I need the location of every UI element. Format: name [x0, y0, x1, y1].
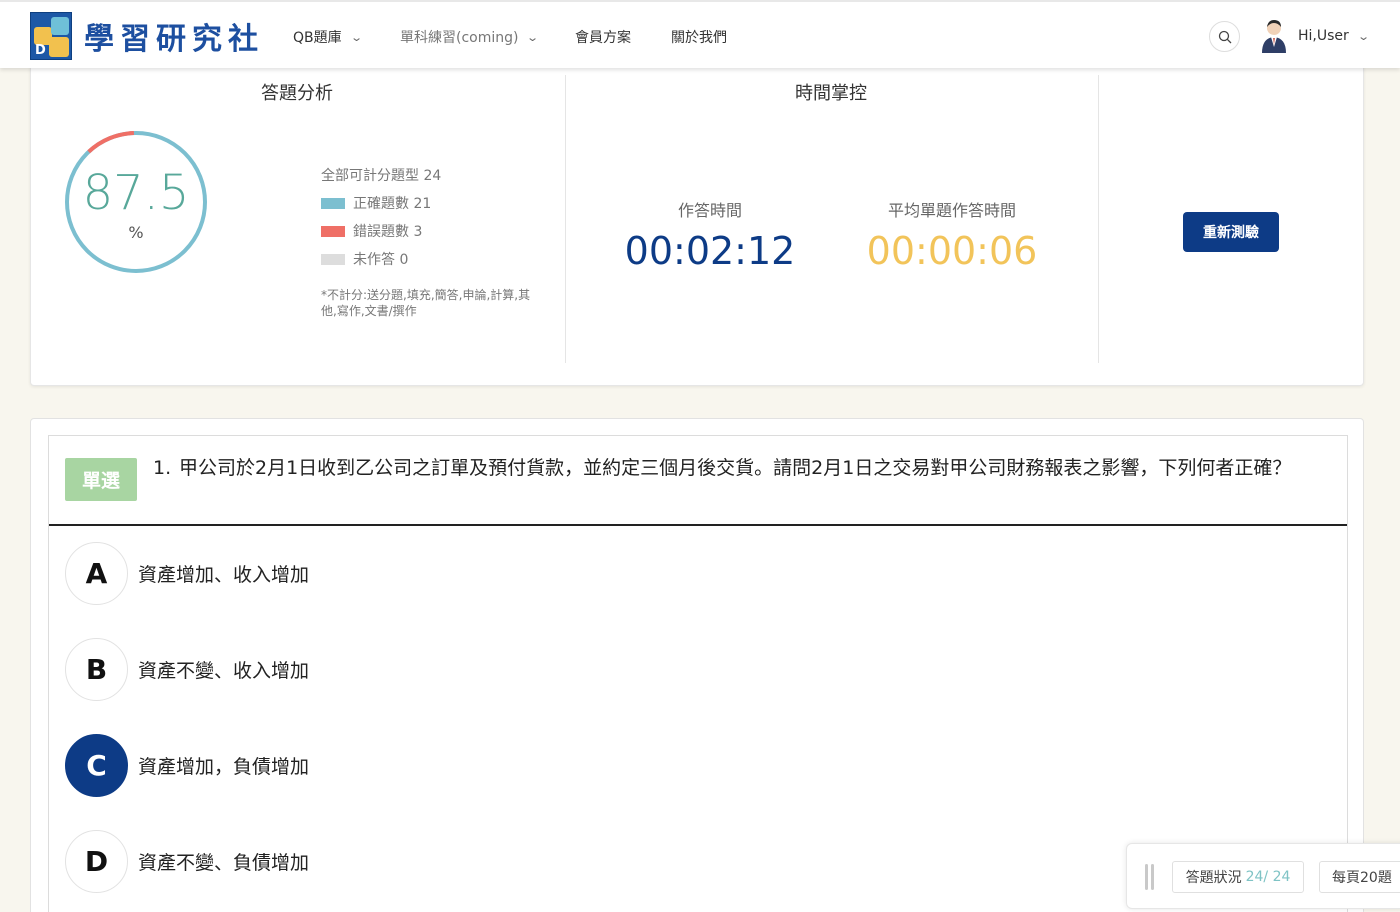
- answer-status-panel: 答題狀況 24/ 24 每頁20題: [1126, 843, 1400, 909]
- legend-correct: 正確題數 21: [321, 193, 431, 213]
- site-logo[interactable]: D 學習研究社: [30, 12, 264, 60]
- legend-unanswered: 未作答 0: [321, 249, 408, 269]
- drag-handle-icon[interactable]: [1145, 864, 1155, 890]
- answer-time-label: 作答時間: [677, 201, 742, 220]
- chevron-down-icon: ⌄: [1356, 29, 1370, 43]
- chevron-down-icon: ⌄: [526, 30, 540, 44]
- legend-unanswered-label: 未作答 0: [353, 252, 409, 268]
- legend-wrong: 錯誤題數 3: [321, 221, 422, 241]
- question-divider: [49, 524, 1347, 526]
- nav-membership[interactable]: 會員方案: [575, 27, 631, 47]
- chevron-down-icon: ⌄: [349, 30, 363, 44]
- score-value: 87.5: [82, 165, 190, 221]
- per-page-select[interactable]: 每頁20題: [1319, 861, 1400, 893]
- logo-text: 學習研究社: [84, 22, 264, 57]
- legend-swatch: [321, 197, 345, 209]
- question-type-badge: 單選: [65, 458, 137, 501]
- nav-single-subject[interactable]: 單科練習(coming) ⌄: [400, 27, 540, 47]
- avg-time-value: 00:00:06: [866, 229, 1038, 273]
- option-a[interactable]: A 資產增加、收入增加: [65, 542, 309, 605]
- option-d-text: 資產不變、負債增加: [138, 852, 310, 874]
- result-summary-card: 答題分析 87.5 % 全部可計分題型 24 正確題數 21 錯誤題數 3 未作…: [30, 60, 1364, 386]
- gauge-wrong-arc: [87, 131, 135, 154]
- avg-time-label: 平均單題作答時間: [887, 201, 1016, 220]
- column-divider: [1098, 75, 1099, 363]
- legend-swatch: [321, 225, 345, 237]
- answer-status-count: 24/ 24: [1245, 869, 1291, 885]
- answer-status-button[interactable]: 答題狀況 24/ 24: [1172, 861, 1304, 893]
- option-b-letter[interactable]: B: [65, 638, 128, 701]
- option-a-letter[interactable]: A: [65, 542, 128, 605]
- user-menu[interactable]: Hi,User ⌄: [1260, 19, 1370, 53]
- option-d-letter[interactable]: D: [65, 830, 128, 893]
- question-stem: 1. 甲公司於2月1日收到乙公司之訂單及預付貨款，並約定三個月後交貨。請問2月1…: [153, 454, 1323, 482]
- user-greeting: Hi,User: [1298, 28, 1349, 44]
- question-number: 1.: [153, 457, 172, 479]
- legend-wrong-label: 錯誤題數 3: [353, 224, 423, 240]
- user-avatar-icon: [1262, 20, 1286, 53]
- option-c[interactable]: C 資產增加，負債增加: [65, 734, 309, 797]
- logo-puzzle-icon: D: [30, 12, 72, 60]
- nav-qb-bank-label: QB題庫: [293, 30, 342, 46]
- question-card: 單選 1. 甲公司於2月1日收到乙公司之訂單及預付貨款，並約定三個月後交貨。請問…: [30, 418, 1364, 912]
- search-icon: [1218, 30, 1231, 43]
- scoring-note: *不計分:送分題,填充,簡答,申論,計算,其他,寫作,文書/撰作: [321, 288, 531, 318]
- column-divider: [565, 75, 566, 363]
- nav-membership-label: 會員方案: [575, 30, 631, 46]
- question-box: 單選 1. 甲公司於2月1日收到乙公司之訂單及預付貨款，並約定三個月後交貨。請問…: [48, 435, 1348, 912]
- legend-correct-label: 正確題數 21: [353, 196, 432, 212]
- nav-qb-bank[interactable]: QB題庫 ⌄: [293, 27, 363, 47]
- nav-about-label: 關於我們: [671, 30, 727, 46]
- nav-single-subject-label: 單科練習(coming): [400, 30, 519, 46]
- option-c-letter[interactable]: C: [65, 734, 128, 797]
- option-b[interactable]: B 資產不變、收入增加: [65, 638, 309, 701]
- option-a-text: 資產增加、收入增加: [138, 564, 310, 586]
- score-unit: %: [128, 223, 144, 242]
- option-b-text: 資產不變、收入增加: [138, 660, 310, 682]
- analysis-title: 答題分析: [261, 83, 333, 104]
- option-c-text: 資產增加，負債增加: [138, 756, 310, 778]
- total-scorable-label: 全部可計分題型 24: [321, 168, 442, 184]
- nav-about[interactable]: 關於我們: [671, 27, 727, 47]
- search-button[interactable]: [1209, 21, 1240, 52]
- time-title: 時間掌控: [795, 83, 867, 104]
- retry-test-button[interactable]: 重新測驗: [1183, 212, 1279, 252]
- top-navbar: D 學習研究社 QB題庫 ⌄ 單科練習(coming) ⌄ 會員方案 關於我們 …: [0, 0, 1400, 68]
- answer-time-value: 00:02:12: [624, 229, 796, 273]
- option-d[interactable]: D 資產不變、負債增加: [65, 830, 309, 893]
- answer-status-label: 答題狀況: [1185, 870, 1242, 886]
- legend-swatch: [321, 253, 345, 265]
- question-text: 甲公司於2月1日收到乙公司之訂單及預付貨款，並約定三個月後交貨。請問2月1日之交…: [179, 457, 1292, 479]
